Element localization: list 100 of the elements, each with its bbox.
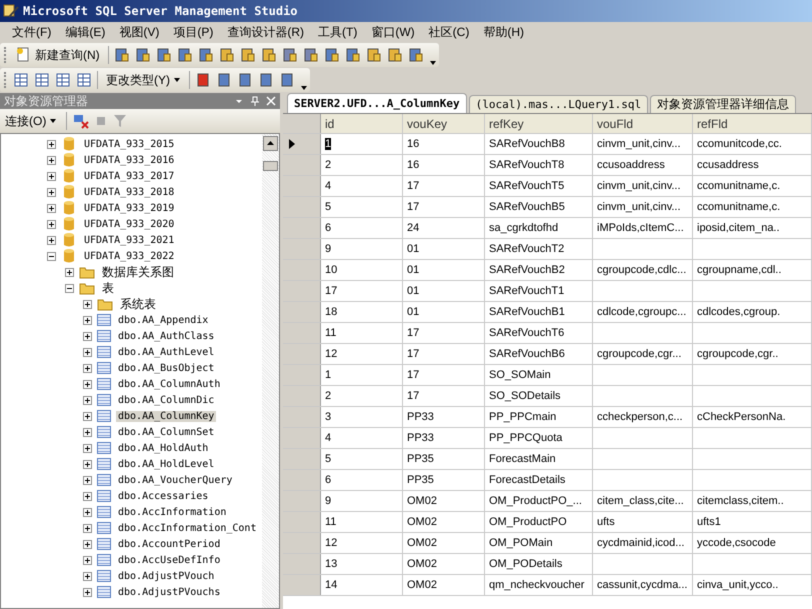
table-cell: 24: [407, 222, 420, 234]
table-cell: 9: [325, 495, 332, 507]
table-cell: SARefVouchT2: [489, 243, 564, 255]
table-cell: 4: [325, 432, 332, 444]
column-header[interactable]: refKey: [485, 114, 593, 133]
tree-item[interactable]: UFDATA_933_2021: [82, 234, 176, 246]
expand-icon[interactable]: [83, 396, 92, 404]
expand-icon[interactable]: [83, 540, 92, 548]
tree-item[interactable]: 表: [100, 280, 116, 296]
tree-item[interactable]: dbo.AccountPeriod: [116, 538, 222, 550]
collapse-icon[interactable]: [65, 284, 74, 292]
collapse-icon[interactable]: [47, 252, 56, 260]
expand-icon[interactable]: [47, 220, 56, 228]
column-header[interactable]: vouKey: [403, 114, 485, 133]
tree-item[interactable]: dbo.AA_HoldLevel: [116, 458, 216, 470]
table-cell: ccomunitname,c.: [697, 180, 780, 192]
scroll-thumb[interactable]: [263, 161, 278, 171]
document-tab[interactable]: 对象资源管理器详细信息: [650, 95, 796, 113]
window-title: Microsoft SQL Server Management Studio: [23, 4, 298, 18]
tree-item[interactable]: dbo.AA_BusObject: [116, 362, 216, 374]
document-tab[interactable]: SERVER2.UFD...A_ColumnKey: [287, 93, 467, 113]
expand-icon[interactable]: [47, 156, 56, 164]
tree-item[interactable]: dbo.AA_ColumnAuth: [116, 378, 222, 390]
expand-icon[interactable]: [83, 476, 92, 484]
expand-icon[interactable]: [83, 556, 92, 564]
expand-icon[interactable]: [83, 428, 92, 436]
row-header[interactable]: [283, 134, 321, 154]
menu-item[interactable]: 视图(V): [119, 24, 160, 40]
menu-item[interactable]: 项目(P): [173, 24, 214, 40]
tree-item[interactable]: dbo.AdjustPVouchs: [116, 586, 222, 598]
tree-item[interactable]: dbo.Accessaries: [116, 490, 210, 502]
disconnect-icon[interactable]: [73, 113, 90, 129]
table-cell: 11: [325, 516, 336, 528]
tree-item[interactable]: dbo.AA_VoucherQuery: [116, 474, 234, 486]
expand-icon[interactable]: [83, 300, 92, 308]
menu-item[interactable]: 编辑(E): [65, 24, 106, 40]
expand-icon[interactable]: [47, 188, 56, 196]
expand-icon[interactable]: [83, 348, 92, 356]
menu-item[interactable]: 帮助(H): [483, 24, 524, 40]
panel-title: 对象资源管理器: [4, 92, 89, 110]
table-cell: 2: [325, 390, 332, 402]
column-header[interactable]: id: [321, 114, 403, 133]
expand-icon[interactable]: [83, 316, 92, 324]
tree-item[interactable]: dbo.AccInformation: [116, 506, 228, 518]
expand-icon[interactable]: [83, 588, 92, 596]
tree-item[interactable]: 系统表: [118, 296, 158, 312]
expand-icon[interactable]: [47, 236, 56, 244]
tree-item[interactable]: dbo.AA_HoldAuth: [116, 442, 210, 454]
scroll-up-icon[interactable]: [263, 136, 278, 151]
menu-item[interactable]: 查询设计器(R): [227, 24, 304, 40]
tree-item[interactable]: UFDATA_933_2019: [82, 202, 176, 214]
menu-item[interactable]: 工具(T): [318, 24, 358, 40]
expand-icon[interactable]: [65, 268, 74, 276]
tree-item[interactable]: UFDATA_933_2018: [82, 186, 176, 198]
expand-icon[interactable]: [83, 364, 92, 372]
expand-icon[interactable]: [83, 412, 92, 420]
column-header[interactable]: refFld: [693, 114, 812, 133]
expand-icon[interactable]: [83, 460, 92, 468]
expand-icon[interactable]: [83, 524, 92, 532]
tree-item[interactable]: dbo.AccUseDefInfo: [116, 554, 222, 566]
menu-item[interactable]: 窗口(W): [371, 24, 415, 40]
pin-icon[interactable]: [250, 96, 260, 106]
tree-item[interactable]: dbo.AA_AuthClass: [116, 330, 216, 342]
expand-icon[interactable]: [47, 204, 56, 212]
expand-icon[interactable]: [83, 572, 92, 580]
connect-dropdown[interactable]: 连接(O): [2, 110, 60, 132]
expand-icon[interactable]: [83, 332, 92, 340]
tree-item[interactable]: dbo.AA_ColumnDic: [116, 394, 216, 406]
tree-item[interactable]: dbo.AccInformation_Cont: [116, 522, 258, 534]
tree-item[interactable]: dbo.AdjustPVouch: [116, 570, 216, 582]
close-icon[interactable]: [266, 96, 276, 106]
document-tab[interactable]: (local).mas...LQuery1.sql: [468, 95, 648, 113]
table-cell: 3: [325, 411, 332, 423]
tree-item[interactable]: dbo.AA_ColumnSet: [116, 426, 216, 438]
scrollbar[interactable]: [262, 134, 279, 608]
tree-item[interactable]: dbo.AA_Appendix: [116, 314, 210, 326]
tree-item[interactable]: UFDATA_933_2020: [82, 218, 176, 230]
table-cell: 16: [407, 159, 420, 171]
tree-item[interactable]: UFDATA_933_2022: [82, 250, 176, 262]
tree-item[interactable]: dbo.AA_ColumnKey: [116, 410, 216, 422]
tree-item[interactable]: UFDATA_933_2015: [82, 138, 176, 150]
tree-item[interactable]: 数据库关系图: [100, 264, 176, 280]
grid-icon[interactable]: [34, 72, 50, 88]
column-header[interactable]: vouFld: [593, 114, 693, 133]
caret-icon: [173, 77, 181, 83]
tree-item[interactable]: UFDATA_933_2016: [82, 154, 176, 166]
expand-icon[interactable]: [47, 172, 56, 180]
expand-icon[interactable]: [83, 492, 92, 500]
expand-icon[interactable]: [83, 380, 92, 388]
tree-item[interactable]: dbo.AA_AuthLevel: [116, 346, 216, 358]
expand-icon[interactable]: [83, 508, 92, 516]
new-query-button[interactable]: 新建查询(N): [13, 44, 103, 66]
menu-item[interactable]: 社区(C): [428, 24, 470, 40]
table-cell: SO_SOMain: [489, 369, 551, 381]
table-cell: 12: [325, 537, 338, 549]
menu-item[interactable]: 文件(F): [12, 24, 52, 40]
expand-icon[interactable]: [83, 444, 92, 452]
table-cell: OM02: [407, 516, 437, 528]
tree-item[interactable]: UFDATA_933_2017: [82, 170, 176, 182]
expand-icon[interactable]: [47, 140, 56, 148]
